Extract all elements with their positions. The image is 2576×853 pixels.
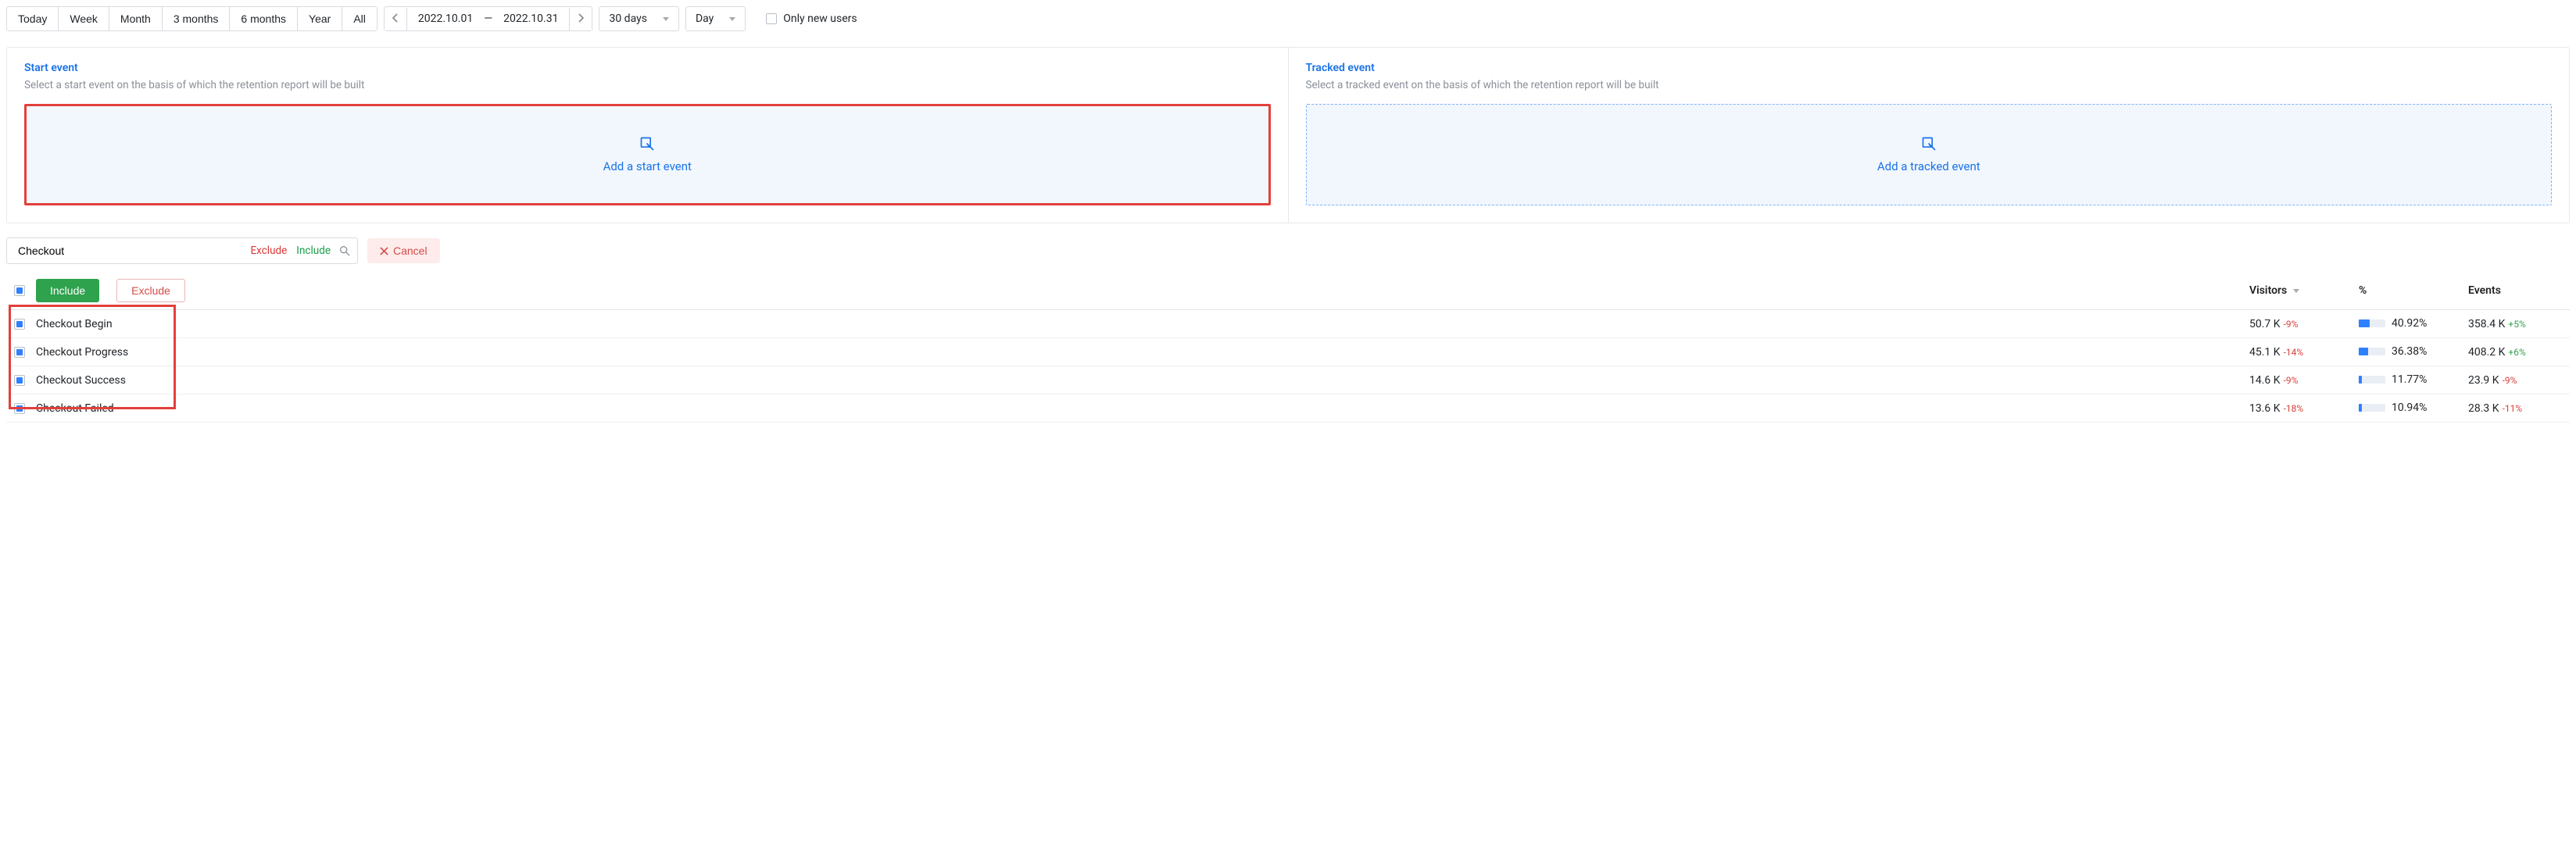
add-tracked-event-dropzone[interactable]: Add a tracked event [1306, 104, 2553, 205]
search-include-link[interactable]: Include [296, 244, 331, 257]
granularity-value: Day [696, 12, 714, 25]
event-search-row: Exclude Include Cancel [6, 237, 2570, 264]
cancel-label: Cancel [393, 244, 428, 257]
sort-desc-icon [2293, 289, 2299, 293]
cancel-button[interactable]: Cancel [367, 238, 440, 263]
event-name: Checkout Progress [36, 346, 128, 359]
range-week[interactable]: Week [59, 7, 109, 30]
pct-bar [2359, 404, 2385, 412]
tracked-event-panel: Tracked event Select a tracked event on … [1288, 48, 2570, 223]
chevron-right-icon [578, 13, 584, 23]
event-name: Checkout Failed [36, 402, 114, 415]
event-panels: Start event Select a start event on the … [6, 47, 2570, 223]
pct-value: 10.94% [2392, 402, 2427, 414]
row-checkbox[interactable] [14, 347, 25, 358]
add-event-icon [1921, 136, 1937, 152]
toolbar: Today Week Month 3 months 6 months Year … [6, 6, 2570, 31]
events-table: Include Exclude Visitors % Events Checko… [6, 272, 2570, 423]
event-search-box[interactable]: Exclude Include [6, 237, 358, 264]
range-month[interactable]: Month [109, 7, 163, 30]
table-row[interactable]: Checkout Progress 45.1 K-14% 36.38% 408.2 K… [6, 338, 2570, 366]
date-from: 2022.10.01 [407, 7, 484, 30]
pct-value: 36.38% [2392, 345, 2427, 358]
visitors-value: 14.6 K [2249, 374, 2281, 387]
date-range-presets: Today Week Month 3 months 6 months Year … [6, 6, 377, 31]
start-event-title: Start event [24, 62, 1271, 74]
chevron-down-icon [663, 17, 669, 21]
visitors-delta: -14% [2284, 347, 2304, 358]
pct-value: 11.77% [2392, 373, 2427, 386]
events-value: 358.4 K [2468, 318, 2505, 330]
event-name: Checkout Begin [36, 318, 113, 330]
events-value: 28.3 K [2468, 402, 2499, 415]
header-percent[interactable]: % [2351, 272, 2460, 310]
date-to: 2022.10.31 [492, 7, 569, 30]
start-event-subtitle: Select a start event on the basis of whi… [24, 79, 1271, 91]
visitors-value: 50.7 K [2249, 318, 2281, 330]
date-range-picker[interactable]: 2022.10.01 — 2022.10.31 [384, 6, 593, 31]
window-dropdown[interactable]: 30 days [599, 6, 678, 31]
close-icon [380, 247, 388, 255]
pct-bar [2359, 376, 2385, 384]
only-new-users-toggle[interactable]: Only new users [766, 6, 857, 31]
start-event-panel: Start event Select a start event on the … [7, 48, 1288, 223]
table-row[interactable]: Checkout Begin 50.7 K-9% 40.92% 358.4 K+5% [6, 310, 2570, 338]
date-next-button[interactable] [569, 8, 592, 30]
visitors-value: 13.6 K [2249, 402, 2281, 415]
row-checkbox[interactable] [14, 319, 25, 330]
visitors-delta: -18% [2284, 403, 2304, 414]
date-prev-button[interactable] [385, 8, 407, 30]
events-delta: +5% [2508, 319, 2525, 330]
add-start-event-label: Add a start event [603, 159, 692, 173]
table-row[interactable]: Checkout Failed 13.6 K-18% 10.94% 28.3 K -11… [6, 394, 2570, 423]
range-today[interactable]: Today [7, 7, 59, 30]
search-icon [338, 244, 351, 257]
add-tracked-event-label: Add a tracked event [1877, 159, 1980, 173]
events-value: 408.2 K [2468, 346, 2505, 359]
range-year[interactable]: Year [298, 7, 342, 30]
tracked-event-title: Tracked event [1306, 62, 2553, 74]
range-all[interactable]: All [342, 7, 377, 30]
row-checkbox[interactable] [14, 375, 25, 386]
row-checkbox[interactable] [14, 403, 25, 414]
checkbox-icon [766, 13, 777, 24]
events-delta: -11% [2503, 403, 2523, 414]
header-events[interactable]: Events [2460, 272, 2570, 310]
events-delta: -9% [2503, 375, 2517, 386]
search-exclude-link[interactable]: Exclude [250, 244, 287, 257]
events-table-wrap: Include Exclude Visitors % Events Checko… [6, 272, 2570, 423]
date-separator: — [484, 7, 492, 30]
add-event-icon [639, 136, 655, 152]
table-row[interactable]: Checkout Success14.6 K-9%11.77%23.9 K-9% [6, 366, 2570, 394]
add-start-event-dropzone[interactable]: Add a start event [24, 104, 1271, 205]
exclude-button[interactable]: Exclude [116, 279, 185, 302]
visitors-value: 45.1 K [2249, 346, 2281, 359]
range-6months[interactable]: 6 months [230, 7, 298, 30]
visitors-delta: -9% [2284, 375, 2299, 386]
visitors-delta: -9% [2284, 319, 2299, 330]
chevron-left-icon [392, 13, 399, 23]
range-3months[interactable]: 3 months [163, 7, 231, 30]
granularity-dropdown[interactable]: Day [685, 6, 746, 31]
tracked-event-subtitle: Select a tracked event on the basis of w… [1306, 79, 2553, 91]
pct-bar [2359, 348, 2385, 355]
event-search-input[interactable] [16, 244, 245, 258]
pct-bar [2359, 319, 2385, 327]
select-all-checkbox[interactable] [14, 285, 25, 296]
include-button[interactable]: Include [36, 279, 99, 302]
chevron-down-icon [729, 17, 735, 21]
events-delta: +6% [2508, 347, 2525, 358]
window-value: 30 days [609, 12, 646, 25]
pct-value: 40.92% [2392, 317, 2427, 330]
header-visitors[interactable]: Visitors [2249, 284, 2287, 297]
only-new-users-label: Only new users [783, 12, 857, 25]
event-name: Checkout Success [36, 374, 126, 387]
events-value: 23.9 K [2468, 374, 2499, 387]
